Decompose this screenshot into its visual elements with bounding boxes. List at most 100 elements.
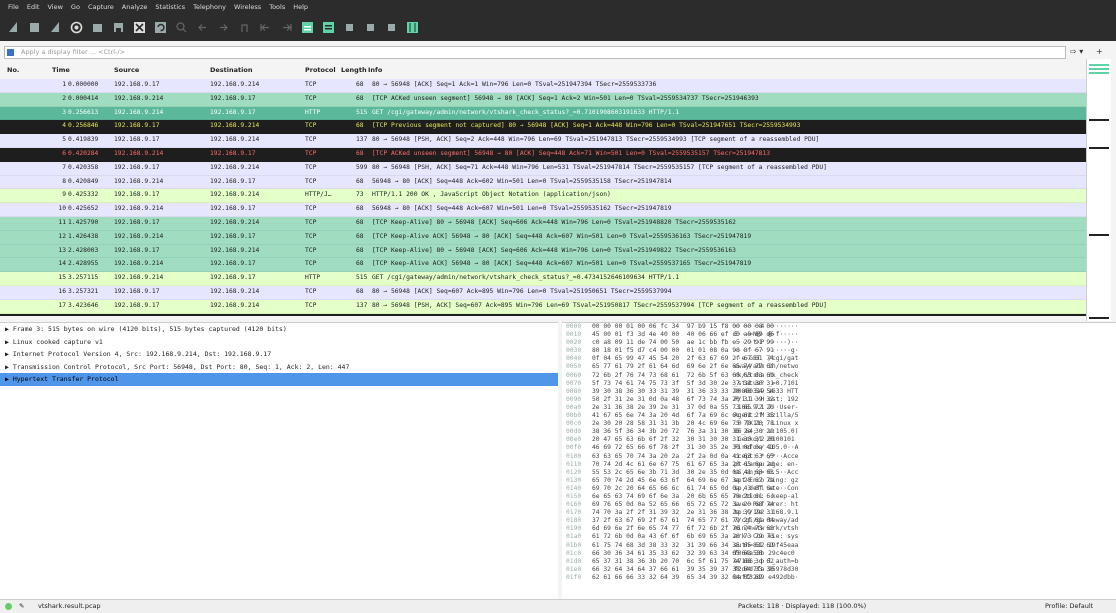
byte-asc[interactable]: Gecko/2 0100101 (734, 436, 798, 444)
detail-tree-item[interactable]: ▶ Hypertext Transfer Protocol (0, 373, 558, 386)
detail-tree-item[interactable]: ▶ Internet Protocol Version 4, Src: 192.… (0, 348, 558, 361)
byte-off[interactable]: 0100 (566, 453, 581, 461)
menu-view[interactable]: View (47, 3, 62, 11)
byte-asc[interactable]: P/1.1··H ost: 192 (734, 396, 798, 404)
detail-tree-item[interactable]: ▶ Linux cooked capture v1 (0, 336, 558, 349)
byte-off[interactable]: 0040 (566, 355, 581, 363)
column-time[interactable]: Time (52, 66, 70, 74)
byte-asc[interactable]: ept-Enco ding: gz (734, 477, 798, 485)
byte-off[interactable]: 00e0 (566, 436, 581, 444)
edit-comment-icon[interactable]: ✎ (19, 600, 24, 613)
start-capture-icon[interactable] (6, 20, 21, 35)
byte-off[interactable]: 00f0 (566, 444, 581, 452)
add-filter-button[interactable]: + (1096, 46, 1103, 57)
find-packet-icon[interactable] (174, 20, 189, 35)
packet-details-pane[interactable]: ▶ Frame 3: 515 bytes on wire (4120 bits)… (0, 322, 558, 599)
packet-row[interactable]: 7 0.420358 192.168.9.17 192.168.9.214 TCP 599… (0, 161, 1086, 176)
packet-list-minimap[interactable] (1086, 59, 1111, 321)
byte-asc[interactable]: min/netw ork/vtsh (734, 525, 798, 533)
byte-asc[interactable]: ··e·GET /cgi/gat (734, 355, 798, 363)
byte-off[interactable]: 00d0 (566, 428, 581, 436)
packet-row[interactable]: 13 2.428003 192.168.9.17 192.168.9.214 TCP 68… (0, 244, 1086, 259)
byte-off[interactable]: 00c0 (566, 420, 581, 428)
byte-asc[interactable]: pt-Langu age: en- (734, 461, 798, 469)
byte-asc[interactable]: f2d4d7fa 95978d30 (734, 566, 798, 574)
byte-off[interactable]: 0080 (566, 388, 581, 396)
byte-asc[interactable]: 7/cgi/ga teway/ad (734, 517, 798, 525)
byte-off[interactable]: 0130 (566, 477, 581, 485)
menu-wireless[interactable]: Wireless (234, 3, 261, 11)
column-info[interactable]: Info (368, 66, 382, 74)
byte-asc[interactable]: ·······4 ········ (734, 323, 798, 331)
packet-bytes-pane[interactable]: 0000 00 00 00 01 00 06 fc 34 97 b9 15 f8 … (562, 322, 1116, 599)
byte-off[interactable]: 01a0 (566, 533, 581, 541)
byte-asc[interactable]: ip, defl ate··Con (734, 485, 798, 493)
reload-file-icon[interactable] (153, 20, 168, 35)
byte-off[interactable]: 0000 (566, 323, 581, 331)
bookmark-icon[interactable] (7, 49, 14, 56)
byte-asc[interactable]: e7186; p l_auth=b (734, 558, 798, 566)
packet-row[interactable]: 11 1.425790 192.168.9.17 192.168.9.214 TCP 68… (0, 216, 1086, 231)
first-packet-icon[interactable] (258, 20, 273, 35)
expert-info-icon[interactable] (5, 603, 12, 610)
byte-asc[interactable]: baff32d9 e492dbb· (734, 574, 798, 582)
column-source[interactable]: Source (114, 66, 139, 74)
byte-off[interactable]: 00b0 (566, 412, 581, 420)
byte-off[interactable]: 0070 (566, 380, 581, 388)
packet-row[interactable]: 183.424085 192.168.9.214 192.168.9.17 TCP 68… (0, 313, 1086, 316)
byte-off[interactable]: 0150 (566, 493, 581, 501)
packet-row[interactable]: 16 3.257321 192.168.9.17 192.168.9.214 TCP 68… (0, 285, 1086, 300)
byte-off[interactable]: 0010 (566, 331, 581, 339)
byte-off[interactable]: 0190 (566, 525, 581, 533)
packet-row[interactable]: 9 0.425332 192.168.9.17 192.168.9.214 HTTP/J… (0, 189, 1086, 204)
byte-off[interactable]: 01c0 (566, 550, 581, 558)
go-to-packet-icon[interactable] (237, 20, 252, 35)
byte-off[interactable]: 0170 (566, 509, 581, 517)
menu-go[interactable]: Go (71, 3, 80, 11)
byte-asc[interactable]: ········ ······g· (734, 347, 798, 355)
zoom-in-icon[interactable] (342, 20, 357, 35)
byte-off[interactable]: 0160 (566, 501, 581, 509)
stop-capture-icon[interactable] (27, 20, 42, 35)
byte-asc[interactable]: 86_64; r v:105.0) (734, 428, 798, 436)
save-file-icon[interactable] (111, 20, 126, 35)
byte-asc[interactable]: 90860319 1633 HTT (734, 388, 798, 396)
packet-row[interactable]: 6 0.420284 192.168.9.214 192.168.9.17 TCP 68 [… (0, 147, 1086, 162)
profile-name[interactable]: Profile: Default (1045, 600, 1093, 613)
byte-off[interactable]: 0120 (566, 469, 581, 477)
byte-off[interactable]: 0060 (566, 372, 581, 380)
byte-asc[interactable]: .168.9.1 7··User- (734, 404, 798, 412)
last-packet-icon[interactable] (279, 20, 294, 35)
packet-row[interactable]: 1 0.000000 192.168.9.17 192.168.9.214 TCP 68 8… (0, 79, 1086, 93)
packet-row[interactable]: 12 1.426438 192.168.9.214 192.168.9.17 TCP 68… (0, 230, 1086, 245)
menu-file[interactable]: File (8, 3, 19, 11)
byte-asc[interactable]: rk/vtsha rk_check (734, 372, 798, 380)
byte-asc[interactable]: auth=832 19f45eaa (734, 542, 798, 550)
byte-off[interactable]: 01d0 (566, 558, 581, 566)
byte-asc[interactable]: ·····t·P ·····)·· (734, 339, 798, 347)
byte-asc[interactable]: Agent: M ozilla/5 (734, 412, 798, 420)
byte-asc[interactable]: E···=N@· @·f····· (734, 331, 798, 339)
packet-row[interactable]: 10 0.425652 192.168.9.214 192.168.9.17 TCP 68… (0, 203, 1086, 217)
byte-off[interactable]: 0090 (566, 396, 581, 404)
menu-edit[interactable]: Edit (27, 3, 40, 11)
menu-tools[interactable]: Tools (269, 3, 285, 11)
menu-capture[interactable]: Capture (88, 3, 114, 11)
autoscroll-icon[interactable] (300, 20, 315, 35)
packet-list[interactable]: 1 0.000000 192.168.9.17 192.168.9.214 TCP 68 8… (0, 79, 1086, 316)
menu-statistics[interactable]: Statistics (155, 3, 185, 11)
go-forward-icon[interactable] (216, 20, 231, 35)
byte-off[interactable]: 0110 (566, 461, 581, 469)
column-destination[interactable]: Destination (210, 66, 252, 74)
column-length[interactable]: Length (341, 66, 367, 74)
menu-telephony[interactable]: Telephony (193, 3, 226, 11)
close-file-icon[interactable] (132, 20, 147, 35)
packet-row[interactable]: 8 0.420849 192.168.9.214 192.168.9.17 TCP 68 5… (0, 175, 1086, 190)
go-back-icon[interactable] (195, 20, 210, 35)
detail-tree-item[interactable]: ▶ Frame 3: 515 bytes on wire (4120 bits)… (0, 323, 558, 336)
column-protocol[interactable]: Protocol (305, 66, 336, 74)
byte-asc[interactable]: tp://192 .168.9.1 (734, 509, 798, 517)
packet-row[interactable]: 14 2.428955 192.168.9.214 192.168.9.17 TCP 68… (0, 258, 1086, 273)
zoom-out-icon[interactable] (363, 20, 378, 35)
byte-off[interactable]: 0020 (566, 339, 581, 347)
